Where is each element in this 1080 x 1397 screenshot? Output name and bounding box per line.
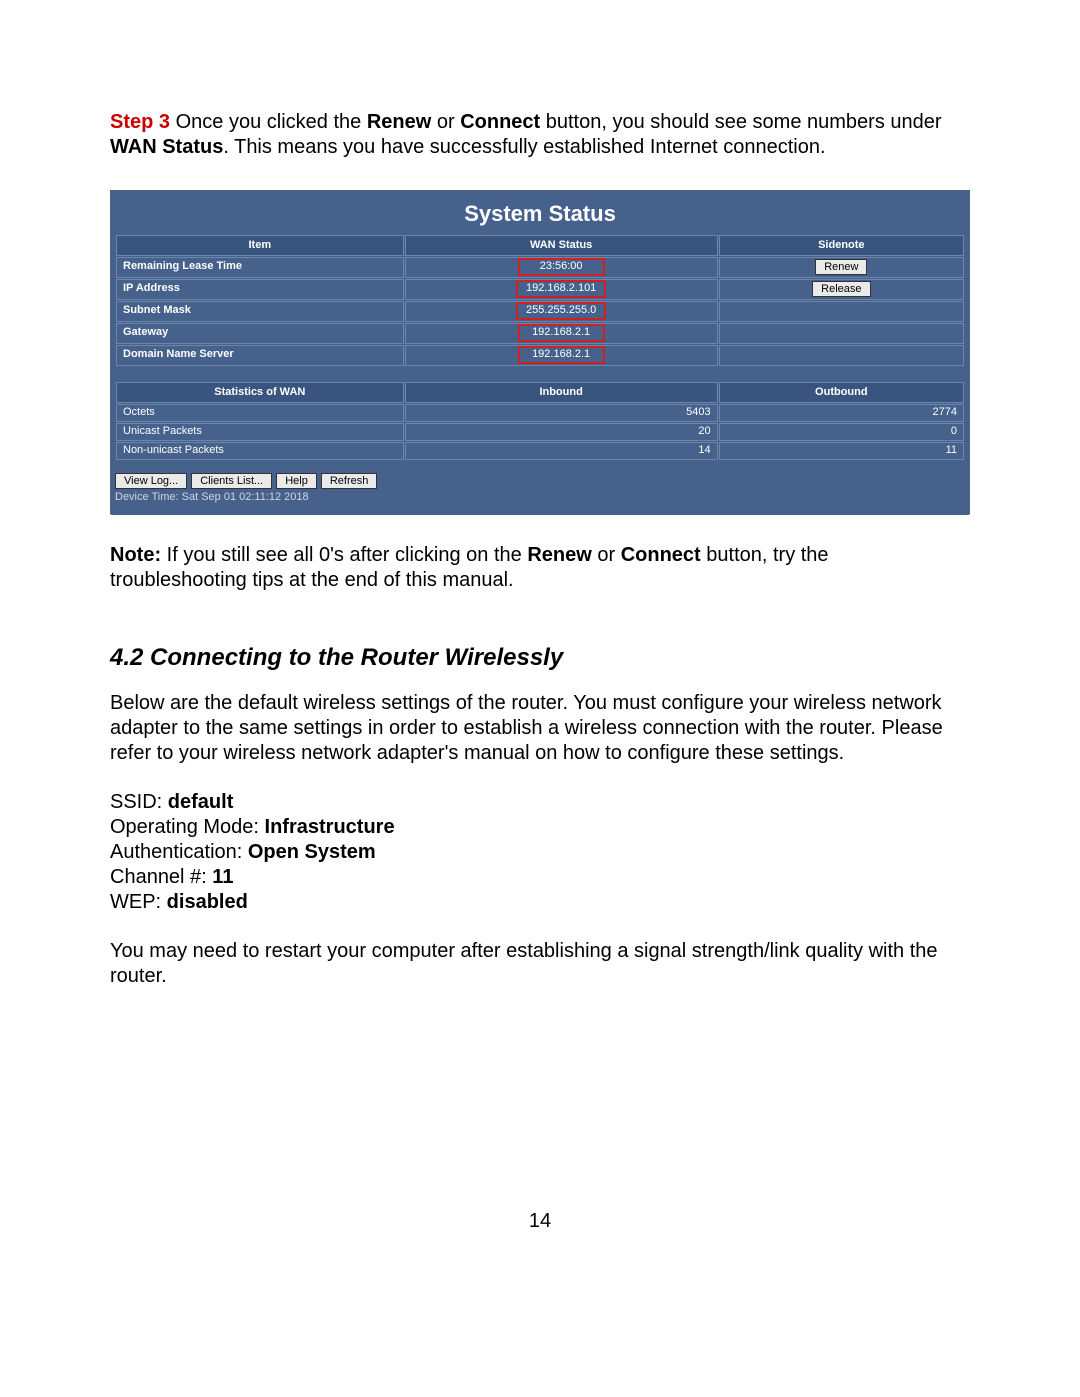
- panel-button-row: View Log... Clients List... Help Refresh: [115, 473, 965, 489]
- row-dns: Domain Name Server 192.168.2.1: [116, 345, 964, 366]
- wan-status-table: Item WAN Status Sidenote Remaining Lease…: [115, 234, 965, 367]
- in-unicast: 20: [405, 423, 718, 441]
- label-dns: Domain Name Server: [116, 345, 404, 366]
- system-status-panel: System Status Item WAN Status Sidenote R…: [110, 190, 970, 515]
- value-mask: 255.255.255.0: [517, 303, 605, 319]
- row-gateway: Gateway 192.168.2.1: [116, 323, 964, 344]
- out-unicast: 0: [719, 423, 964, 441]
- renew-word-2: Renew: [527, 544, 591, 566]
- row-nonunicast: Non-unicast Packets 14 11: [116, 442, 964, 460]
- out-nonunicast: 11: [719, 442, 964, 460]
- step3-paragraph: Step 3 Once you clicked the Renew or Con…: [110, 110, 970, 160]
- view-log-button[interactable]: View Log...: [115, 473, 187, 489]
- row-mask: Subnet Mask 255.255.255.0: [116, 301, 964, 322]
- col-wan-status: WAN Status: [405, 235, 718, 257]
- wan-header-row: Item WAN Status Sidenote: [116, 235, 964, 257]
- stats-header-row: Statistics of WAN Inbound Outbound: [116, 382, 964, 404]
- col-inbound: Inbound: [405, 382, 718, 404]
- connect-word-2: Connect: [621, 544, 701, 566]
- label-ip: IP Address: [116, 279, 404, 300]
- value-lease: 23:56:00: [519, 259, 604, 275]
- wireless-intro: Below are the default wireless settings …: [110, 691, 970, 766]
- in-octets: 5403: [405, 404, 718, 422]
- label-mask: Subnet Mask: [116, 301, 404, 322]
- page-number: 14: [110, 1209, 970, 1234]
- col-outbound: Outbound: [719, 382, 964, 404]
- help-button[interactable]: Help: [276, 473, 317, 489]
- auth-value: Open System: [248, 841, 376, 863]
- section-heading: 4.2 Connecting to the Router Wirelessly: [110, 643, 970, 673]
- note-paragraph: Note: If you still see all 0's after cli…: [110, 543, 970, 593]
- release-button[interactable]: Release: [812, 281, 870, 297]
- restart-note: You may need to restart your computer af…: [110, 939, 970, 989]
- auth-label: Authentication:: [110, 841, 248, 863]
- value-gateway: 192.168.2.1: [519, 325, 604, 341]
- mode-label: Operating Mode:: [110, 816, 265, 838]
- col-item: Item: [116, 235, 404, 257]
- wan-stats-table: Statistics of WAN Inbound Outbound Octet…: [115, 381, 965, 462]
- renew-word: Renew: [367, 111, 431, 133]
- row-lease: Remaining Lease Time 23:56:00 Renew: [116, 257, 964, 278]
- col-sidenote: Sidenote: [719, 235, 964, 257]
- label-lease: Remaining Lease Time: [116, 257, 404, 278]
- value-ip: 192.168.2.101: [517, 281, 605, 297]
- label-octets: Octets: [116, 404, 404, 422]
- renew-button[interactable]: Renew: [815, 259, 867, 275]
- row-octets: Octets 5403 2774: [116, 404, 964, 422]
- channel-label: Channel #:: [110, 866, 212, 888]
- out-octets: 2774: [719, 404, 964, 422]
- label-unicast: Unicast Packets: [116, 423, 404, 441]
- row-ip: IP Address 192.168.2.101 Release: [116, 279, 964, 300]
- ssid-value: default: [168, 791, 234, 813]
- clients-list-button[interactable]: Clients List...: [191, 473, 272, 489]
- wan-status-word: WAN Status: [110, 136, 223, 158]
- device-time: Device Time: Sat Sep 01 02:11:12 2018: [115, 491, 965, 505]
- mode-value: Infrastructure: [265, 816, 395, 838]
- channel-value: 11: [212, 866, 233, 888]
- ssid-label: SSID:: [110, 791, 168, 813]
- wep-label: WEP:: [110, 891, 167, 913]
- in-nonunicast: 14: [405, 442, 718, 460]
- wep-value: disabled: [167, 891, 248, 913]
- panel-title: System Status: [110, 190, 970, 234]
- connect-word: Connect: [460, 111, 540, 133]
- wireless-specs: SSID: default Operating Mode: Infrastruc…: [110, 790, 970, 915]
- label-gateway: Gateway: [116, 323, 404, 344]
- value-dns: 192.168.2.1: [519, 347, 604, 363]
- col-stats-label: Statistics of WAN: [116, 382, 404, 404]
- row-unicast: Unicast Packets 20 0: [116, 423, 964, 441]
- refresh-button[interactable]: Refresh: [321, 473, 378, 489]
- note-label: Note:: [110, 544, 161, 566]
- label-nonunicast: Non-unicast Packets: [116, 442, 404, 460]
- step3-label: Step 3: [110, 111, 170, 133]
